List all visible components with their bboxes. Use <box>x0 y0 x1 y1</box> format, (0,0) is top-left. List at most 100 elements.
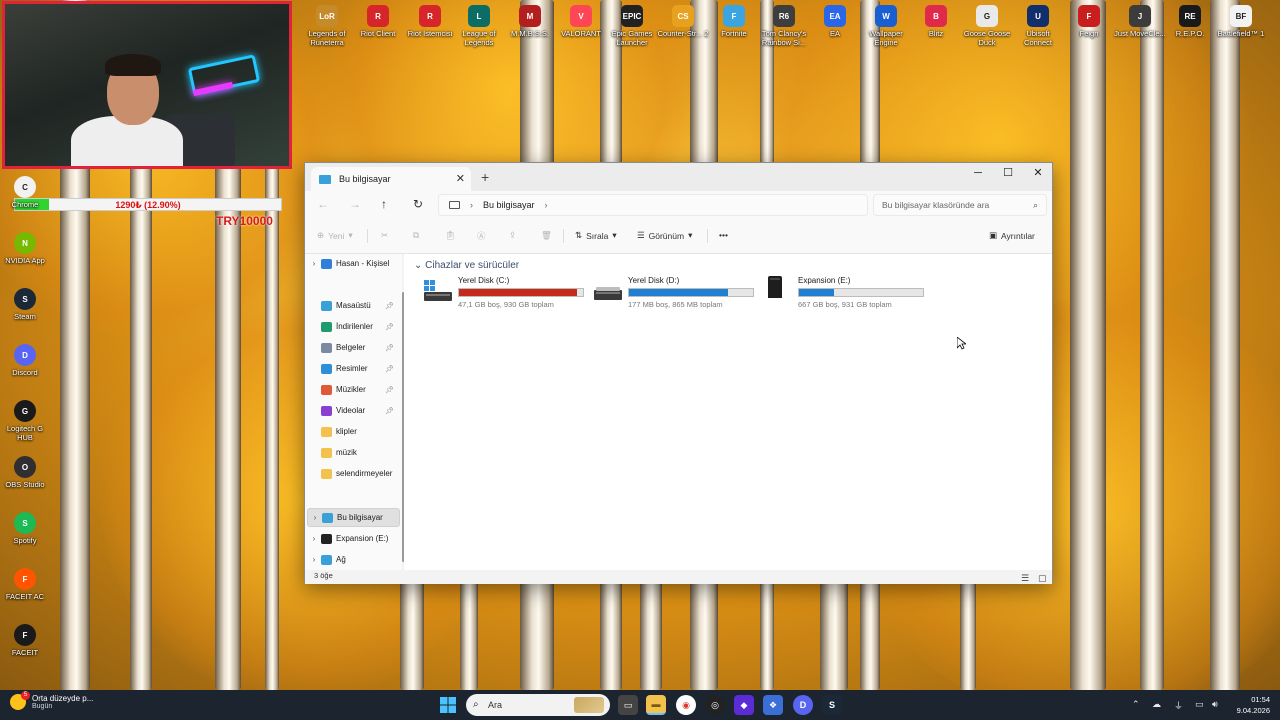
donation-goal-bar: 1290₺ (12.90%) <box>14 198 282 211</box>
search-input[interactable]: Bu bilgisayar klasöründe ara ⌕ <box>873 194 1047 216</box>
nav-item-0[interactable]: › Hasan - Kişisel <box>307 254 400 273</box>
desktop-icon-left-3[interactable]: D Discord <box>0 344 51 377</box>
nav-item-12[interactable]: › Ağ <box>307 550 400 569</box>
desktop-icon-12[interactable]: B Blitz <box>910 5 962 38</box>
task-view-icon[interactable]: ▭ <box>618 695 638 715</box>
usb-icon[interactable]: ⏚ <box>1174 699 1183 712</box>
details-button[interactable]: ▣ Ayrıntılar <box>989 230 1035 241</box>
back-button[interactable]: ← <box>317 197 329 211</box>
wallpaper-engine-taskbar-icon[interactable]: ❖ <box>763 695 783 715</box>
sort-button[interactable]: ⇅ Sırala ▾ <box>575 230 617 241</box>
group-header-devices[interactable]: ⌄ Cihazlar ve sürücüler <box>414 260 519 271</box>
steam-taskbar-icon[interactable]: S <box>822 695 842 715</box>
desktop-icon-11[interactable]: W Wallpaper Engine <box>860 5 912 47</box>
network-icon[interactable]: ▭ <box>1195 699 1204 710</box>
up-button[interactable]: ↑ <box>381 197 387 211</box>
refresh-button[interactable]: ↻ <box>413 197 423 211</box>
drive-tile-1[interactable]: Yerel Disk (D:) 177 MB boş, 865 MB toplam <box>594 276 756 309</box>
desktop-icon-0[interactable]: LoR Legends of Runeterra <box>301 5 353 47</box>
group-header-label: Cihazlar ve sürücüler <box>425 260 520 271</box>
drive-tile-0[interactable]: Yerel Disk (C:) 47,1 GB boş, 930 GB topla… <box>424 276 586 309</box>
chrome-taskbar-icon[interactable]: ◉ <box>676 695 696 715</box>
desktop-icon-1[interactable]: R Riot Client <box>352 5 404 38</box>
nav-item-7[interactable]: klipler <box>307 422 400 441</box>
sort-icon: ⇅ <box>575 230 583 240</box>
nav-item-11[interactable]: › Expansion (E:) <box>307 529 400 548</box>
rename-icon[interactable]: Ⓐ <box>477 230 486 242</box>
desktop-icon-7[interactable]: CS Counter-Str... 2 <box>657 5 709 38</box>
taskbar-search[interactable]: ⌕ Ara <box>466 694 610 716</box>
desktop-icon-10[interactable]: EA EA <box>809 5 861 38</box>
title-bar[interactable]: Bu bilgisayar ✕ + ─ ☐ ✕ <box>305 163 1052 191</box>
forward-button[interactable]: → <box>349 197 361 211</box>
chevron-right-icon[interactable]: › <box>470 200 473 210</box>
tiles-view-icon[interactable]: ▢ <box>1038 572 1047 584</box>
onedrive-icon[interactable]: ☁ <box>1152 699 1161 710</box>
tab-this-pc[interactable]: Bu bilgisayar ✕ <box>311 167 471 191</box>
share-icon[interactable]: ⇪ <box>509 230 516 241</box>
volume-icon[interactable]: 🔊︎ <box>1212 699 1218 710</box>
weather-widget[interactable]: 5 Orta düzeyde p... Bugün <box>10 691 93 710</box>
minimize-button[interactable]: ─ <box>963 163 993 183</box>
expand-chevron-icon[interactable]: › <box>307 534 321 543</box>
desktop-icon-9[interactable]: R6 Tom Clancy's Rainbow Si... <box>758 5 810 47</box>
obs-taskbar-icon[interactable]: ◎ <box>705 695 725 715</box>
close-button[interactable]: ✕ <box>1023 163 1053 183</box>
nav-item-6[interactable]: Videolar 📌︎ <box>307 401 400 420</box>
desktop-icon-left-4[interactable]: G Logitech G HUB <box>0 400 51 442</box>
show-hidden-icons-chevron-icon[interactable]: ⌃ <box>1132 699 1140 710</box>
address-field[interactable]: › Bu bilgisayar › <box>438 194 868 216</box>
new-button[interactable]: ⊕ Yeni ▾ <box>317 230 353 241</box>
desktop-icon-5[interactable]: V VALORANT <box>555 5 607 38</box>
desktop-icon-15[interactable]: F Feign <box>1063 5 1115 38</box>
desktop-icon-2[interactable]: R Riot İstemcisi <box>404 5 456 38</box>
nav-item-2[interactable]: İndirilenler 📌︎ <box>307 317 400 336</box>
copy-icon[interactable]: ⧉ <box>413 230 419 241</box>
file-explorer-taskbar-icon[interactable]: ▬ <box>646 695 666 715</box>
start-button[interactable] <box>438 695 458 715</box>
breadcrumb-this-pc[interactable]: Bu bilgisayar <box>483 200 535 210</box>
discord-taskbar-icon[interactable]: D <box>793 695 813 715</box>
desktop-icon-6[interactable]: EPIC Epic Games Launcher <box>606 5 658 47</box>
nav-item-5[interactable]: Müzikler 📌︎ <box>307 380 400 399</box>
nav-item-9[interactable]: selendirmeyeler <box>307 464 400 483</box>
desktop-icon-left-5[interactable]: O OBS Studio <box>0 456 51 489</box>
desktop-icon-label: Blitz <box>928 29 944 38</box>
tab-close-icon[interactable]: ✕ <box>456 172 465 185</box>
expand-chevron-icon[interactable]: › <box>308 513 322 522</box>
desktop-icon-label: Spotify <box>13 536 37 545</box>
desktop-icon-left-1[interactable]: N NVIDIA App <box>0 232 51 265</box>
desktop-icon-left-6[interactable]: S Spotify <box>0 512 51 545</box>
nav-item-10[interactable]: › Bu bilgisayar <box>307 508 400 527</box>
nav-item-3[interactable]: Belgeler 📌︎ <box>307 338 400 357</box>
nav-item-8[interactable]: müzik <box>307 443 400 462</box>
paste-icon[interactable]: 📋︎ <box>445 230 456 241</box>
desktop-icon-left-0[interactable]: C Chrome <box>0 176 51 209</box>
desktop-icon-left-2[interactable]: S Steam <box>0 288 51 321</box>
maximize-button[interactable]: ☐ <box>993 163 1023 183</box>
expand-chevron-icon[interactable]: › <box>307 555 321 564</box>
details-view-icon[interactable]: ☰ <box>1021 572 1029 584</box>
nav-item-1[interactable]: Masaüstü 📌︎ <box>307 296 400 315</box>
desktop-icon-4[interactable]: M M.M.B.S.S. <box>504 5 556 38</box>
desktop-icon-left-7[interactable]: F FACEIT AC <box>0 568 51 601</box>
nav-item-4[interactable]: Resimler 📌︎ <box>307 359 400 378</box>
app-taskbar-icon[interactable]: ◆ <box>734 695 754 715</box>
view-button[interactable]: ☰ Görünüm ▾ <box>637 230 692 241</box>
desktop-icon-3[interactable]: L League of Legends <box>453 5 505 47</box>
new-tab-button[interactable]: + <box>481 169 489 185</box>
drive-tile-2[interactable]: Expansion (E:) 667 GB boş, 931 GB toplam <box>764 276 926 309</box>
desktop-icon-16[interactable]: J Just MoveCle... <box>1114 5 1166 38</box>
desktop-icon-17[interactable]: RE R.E.P.O. <box>1164 5 1216 38</box>
cut-icon[interactable]: ✂ <box>381 230 388 241</box>
desktop-icon-8[interactable]: F Fortnite <box>708 5 760 38</box>
desktop-icon-18[interactable]: BF Battlefield™ 1 <box>1215 5 1267 38</box>
expand-chevron-icon[interactable]: › <box>307 259 321 268</box>
desktop-icon-14[interactable]: U Ubisoft Connect <box>1012 5 1064 47</box>
desktop-icon-left-8[interactable]: F FACEIT <box>0 624 51 657</box>
desktop-icon-13[interactable]: G Goose Goose Duck <box>961 5 1013 47</box>
breadcrumb-chevron-icon[interactable]: › <box>545 200 548 210</box>
more-options-icon[interactable]: ••• <box>719 230 728 240</box>
delete-icon[interactable]: 🗑︎ <box>541 230 552 241</box>
clock[interactable]: 01:54 9.04.2026 <box>1237 694 1270 716</box>
